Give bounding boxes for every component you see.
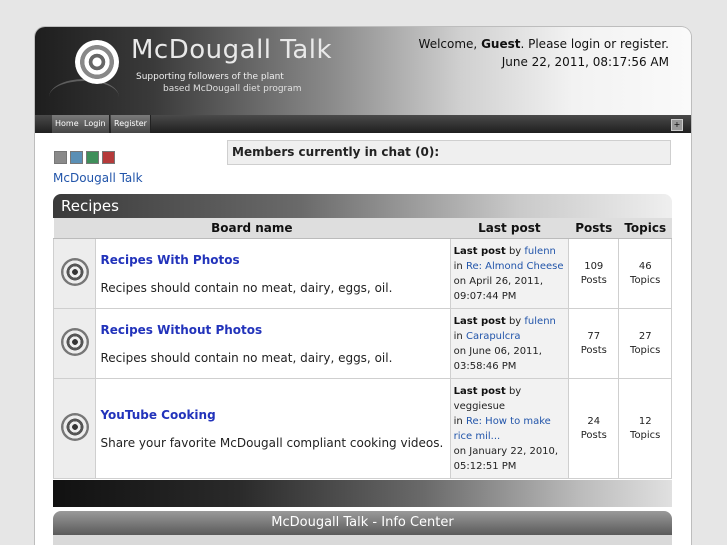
board-description: Recipes should contain no meat, dairy, e… bbox=[100, 350, 393, 365]
last-post-cell: Last post by veggiesue in Re: How to mak… bbox=[449, 378, 570, 479]
category-title[interactable]: Recipes bbox=[61, 197, 119, 215]
main-navbar: Home Login Register + bbox=[35, 115, 691, 133]
board-icon-cell bbox=[52, 308, 97, 379]
last-post-time: 03:58:46 PM bbox=[453, 360, 517, 372]
welcome-suffix: . Please login or register. bbox=[520, 37, 669, 51]
board-icon-cell bbox=[52, 238, 97, 309]
theme-swatch-red[interactable] bbox=[102, 151, 115, 164]
site-header: McDougall Talk Supporting followers of t… bbox=[35, 27, 691, 115]
posts-count: 24 bbox=[587, 415, 601, 427]
last-post-date: on January 22, 2010, bbox=[453, 445, 559, 457]
topics-label: Topics bbox=[630, 274, 661, 286]
welcome-user: Guest bbox=[481, 37, 521, 51]
topics-count-cell: 12 Topics bbox=[618, 378, 672, 479]
posts-label: Posts bbox=[580, 429, 607, 441]
posts-count-cell: 24 Posts bbox=[568, 378, 620, 479]
category-footer bbox=[53, 480, 672, 507]
last-post-topic-link[interactable]: Re: Almond Cheese bbox=[466, 261, 564, 272]
info-center-title: McDougall Talk - Info Center bbox=[271, 515, 454, 530]
breadcrumb-home-link[interactable]: McDougall Talk bbox=[53, 171, 143, 185]
welcome-prefix: Welcome, bbox=[418, 37, 482, 51]
last-post-author-link[interactable]: fulenn bbox=[524, 316, 555, 327]
topics-count-cell: 46 Topics bbox=[618, 238, 672, 309]
topics-count-cell: 27 Topics bbox=[618, 308, 672, 379]
board-status-icon bbox=[60, 413, 89, 441]
nav-register-button[interactable]: Register bbox=[111, 115, 151, 133]
info-center-subheader bbox=[53, 535, 672, 545]
board-link[interactable]: Recipes Without Photos bbox=[100, 323, 445, 337]
collapse-header-button[interactable]: + bbox=[671, 119, 683, 131]
board-link[interactable]: Recipes With Photos bbox=[100, 253, 445, 267]
last-post-time: 05:12:51 PM bbox=[453, 460, 517, 472]
last-post-label: Last post bbox=[453, 385, 506, 397]
table-header-row: Board name Last post Posts Topics bbox=[53, 218, 672, 239]
board-link[interactable]: YouTube Cooking bbox=[100, 408, 445, 422]
last-post-by: by bbox=[508, 245, 522, 257]
current-datetime: June 22, 2011, 08:17:56 AM bbox=[501, 55, 669, 69]
board-info-cell: YouTube Cooking Share your favorite McDo… bbox=[95, 378, 451, 479]
topics-count: 46 bbox=[638, 260, 652, 272]
board-status-icon bbox=[60, 258, 89, 286]
last-post-in: in bbox=[453, 330, 463, 342]
column-board-name: Board name bbox=[53, 218, 451, 239]
column-last-post: Last post bbox=[450, 218, 569, 239]
board-status-icon bbox=[60, 328, 89, 356]
last-post-label: Last post bbox=[453, 315, 506, 327]
column-posts: Posts bbox=[568, 218, 619, 239]
column-topics: Topics bbox=[618, 218, 672, 239]
posts-count: 109 bbox=[584, 260, 604, 272]
chat-members-box: Members currently in chat (0): bbox=[227, 140, 671, 165]
theme-swatch-blue[interactable] bbox=[70, 151, 83, 164]
last-post-topic-link[interactable]: Carapulcra bbox=[466, 331, 521, 342]
last-post-in: in bbox=[453, 260, 463, 272]
theme-swatch-green[interactable] bbox=[86, 151, 99, 164]
last-post-date: on June 06, 2011, bbox=[453, 345, 542, 357]
last-post-by: by bbox=[508, 315, 522, 327]
welcome-message: Welcome, Guest. Please login or register… bbox=[419, 37, 669, 51]
category-header: Recipes bbox=[53, 194, 672, 218]
posts-count-cell: 109 Posts bbox=[568, 238, 620, 309]
posts-count-cell: 77 Posts bbox=[568, 308, 620, 379]
tagline-line2: based McDougall diet program bbox=[163, 84, 302, 94]
board-description: Share your favorite McDougall compliant … bbox=[100, 435, 444, 450]
topics-label: Topics bbox=[630, 429, 661, 441]
table-row: Recipes Without Photos Recipes should co… bbox=[52, 308, 672, 379]
last-post-topic-link[interactable]: Re: How to make bbox=[466, 416, 551, 427]
posts-label: Posts bbox=[580, 274, 607, 286]
board-description: Recipes should contain no meat, dairy, e… bbox=[100, 280, 393, 295]
table-row: Recipes With Photos Recipes should conta… bbox=[52, 238, 672, 309]
target-logo-icon bbox=[75, 40, 119, 84]
posts-count: 77 bbox=[587, 330, 601, 342]
nav-login-button[interactable]: Login bbox=[81, 115, 110, 133]
board-info-cell: Recipes With Photos Recipes should conta… bbox=[95, 238, 451, 309]
topics-count: 27 bbox=[638, 330, 652, 342]
topics-label: Topics bbox=[630, 344, 661, 356]
last-post-author-link[interactable]: fulenn bbox=[524, 246, 555, 257]
site-title: McDougall Talk bbox=[131, 35, 333, 65]
last-post-date: on April 26, 2011, bbox=[453, 275, 544, 287]
theme-swatch-gray[interactable] bbox=[54, 151, 67, 164]
theme-swatches bbox=[54, 151, 118, 167]
last-post-cell: Last post by fulenn in Carapulcra on Jun… bbox=[449, 308, 570, 379]
last-post-time: 09:07:44 PM bbox=[453, 290, 517, 302]
forum-page: McDougall Talk Supporting followers of t… bbox=[35, 27, 691, 545]
nav-home-button[interactable]: Home bbox=[52, 115, 83, 133]
last-post-topic-link-cont[interactable]: rice mil... bbox=[454, 431, 501, 442]
boards-table: Board name Last post Posts Topics Recipe… bbox=[52, 218, 672, 479]
info-center-header: McDougall Talk - Info Center bbox=[53, 511, 672, 535]
last-post-label: Last post bbox=[453, 245, 506, 257]
last-post-author-link[interactable]: veggiesue bbox=[454, 401, 505, 412]
board-info-cell: Recipes Without Photos Recipes should co… bbox=[95, 308, 451, 379]
decorative-swirl bbox=[49, 79, 119, 115]
board-icon-cell bbox=[52, 378, 97, 479]
tagline-line1: Supporting followers of the plant bbox=[136, 72, 284, 82]
topics-count: 12 bbox=[638, 415, 652, 427]
last-post-in: in bbox=[453, 415, 463, 427]
last-post-by: by bbox=[508, 385, 522, 397]
table-row: YouTube Cooking Share your favorite McDo… bbox=[52, 378, 672, 479]
posts-label: Posts bbox=[580, 344, 607, 356]
last-post-cell: Last post by fulenn in Re: Almond Cheese… bbox=[449, 238, 570, 309]
